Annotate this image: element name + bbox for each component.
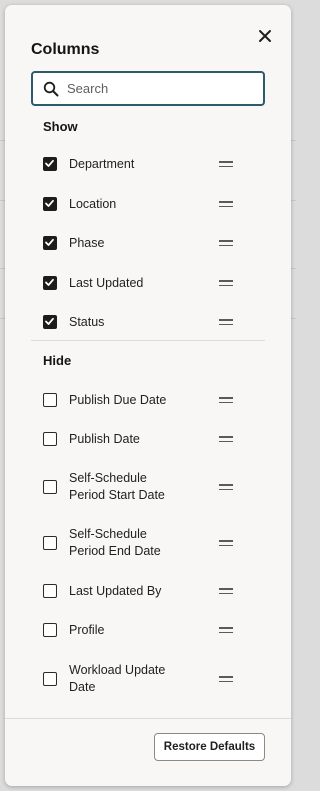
- column-label: Self-Schedule Period End Date: [69, 527, 161, 558]
- checkbox-unchecked[interactable]: [43, 536, 57, 550]
- column-label: Workload Update Date: [69, 663, 166, 694]
- search-icon: [43, 81, 59, 97]
- column-label: Last Updated By: [69, 583, 162, 598]
- drag-handle-icon[interactable]: [219, 627, 233, 633]
- column-label: Publish Due Date: [69, 392, 167, 407]
- show-section-heading: Show: [43, 119, 78, 134]
- drag-handle-icon[interactable]: [219, 484, 233, 490]
- checkbox-unchecked[interactable]: [43, 623, 57, 637]
- drag-handle-icon[interactable]: [219, 319, 233, 325]
- column-row-publish-due-date[interactable]: Publish Due Date: [5, 382, 291, 418]
- drag-handle-icon[interactable]: [219, 540, 233, 546]
- column-label: Phase: [69, 235, 105, 250]
- drag-handle-icon[interactable]: [219, 240, 233, 246]
- column-row-self-schedule-period-end-date[interactable]: Self-Schedule Period End Date: [5, 525, 291, 561]
- footer-divider: [5, 718, 291, 719]
- checkbox-unchecked[interactable]: [43, 584, 57, 598]
- checkbox-unchecked[interactable]: [43, 480, 57, 494]
- drag-handle-icon[interactable]: [219, 201, 233, 207]
- search-input[interactable]: [67, 73, 257, 104]
- checkbox-unchecked[interactable]: [43, 393, 57, 407]
- close-icon[interactable]: [256, 27, 274, 45]
- column-label: Profile: [69, 622, 105, 637]
- column-row-location[interactable]: Location: [5, 186, 291, 222]
- column-row-publish-date[interactable]: Publish Date: [5, 421, 291, 457]
- column-row-phase[interactable]: Phase: [5, 225, 291, 261]
- column-row-profile[interactable]: Profile: [5, 612, 291, 648]
- checkmark-icon: [45, 317, 54, 325]
- column-row-last-updated[interactable]: Last Updated: [5, 265, 291, 301]
- checkmark-icon: [45, 199, 54, 207]
- hide-section-heading: Hide: [43, 353, 72, 368]
- checkbox-unchecked[interactable]: [43, 432, 57, 446]
- column-row-department[interactable]: Department: [5, 146, 291, 182]
- checkbox-checked[interactable]: [43, 315, 57, 329]
- column-row-last-updated-by[interactable]: Last Updated By: [5, 573, 291, 609]
- column-label: Publish Date: [69, 431, 140, 446]
- column-label: Location: [69, 196, 117, 211]
- column-label: Department: [69, 156, 135, 171]
- section-divider: [31, 340, 265, 341]
- checkbox-checked[interactable]: [43, 157, 57, 171]
- drag-handle-icon[interactable]: [219, 676, 233, 682]
- panel-title: Columns: [31, 41, 100, 58]
- drag-handle-icon[interactable]: [219, 397, 233, 403]
- column-label: Self-Schedule Period Start Date: [69, 471, 165, 502]
- checkmark-icon: [45, 238, 54, 246]
- checkbox-checked[interactable]: [43, 276, 57, 290]
- drag-handle-icon[interactable]: [219, 161, 233, 167]
- column-row-workload-update-date[interactable]: Workload Update Date: [5, 661, 291, 697]
- column-row-status[interactable]: Status: [5, 304, 291, 340]
- checkbox-checked[interactable]: [43, 236, 57, 250]
- checkmark-icon: [45, 159, 54, 167]
- restore-defaults-button[interactable]: Restore Defaults: [154, 733, 265, 761]
- checkmark-icon: [45, 278, 54, 286]
- checkbox-checked[interactable]: [43, 197, 57, 211]
- column-label: Status: [69, 314, 105, 329]
- column-row-self-schedule-period-start-date[interactable]: Self-Schedule Period Start Date: [5, 469, 291, 505]
- column-label: Last Updated: [69, 275, 144, 290]
- drag-handle-icon[interactable]: [219, 436, 233, 442]
- columns-panel: Columns Show Department Location Phase Last…: [5, 5, 291, 786]
- drag-handle-icon[interactable]: [219, 588, 233, 594]
- search-field[interactable]: [31, 71, 265, 106]
- checkbox-unchecked[interactable]: [43, 672, 57, 686]
- drag-handle-icon[interactable]: [219, 280, 233, 286]
